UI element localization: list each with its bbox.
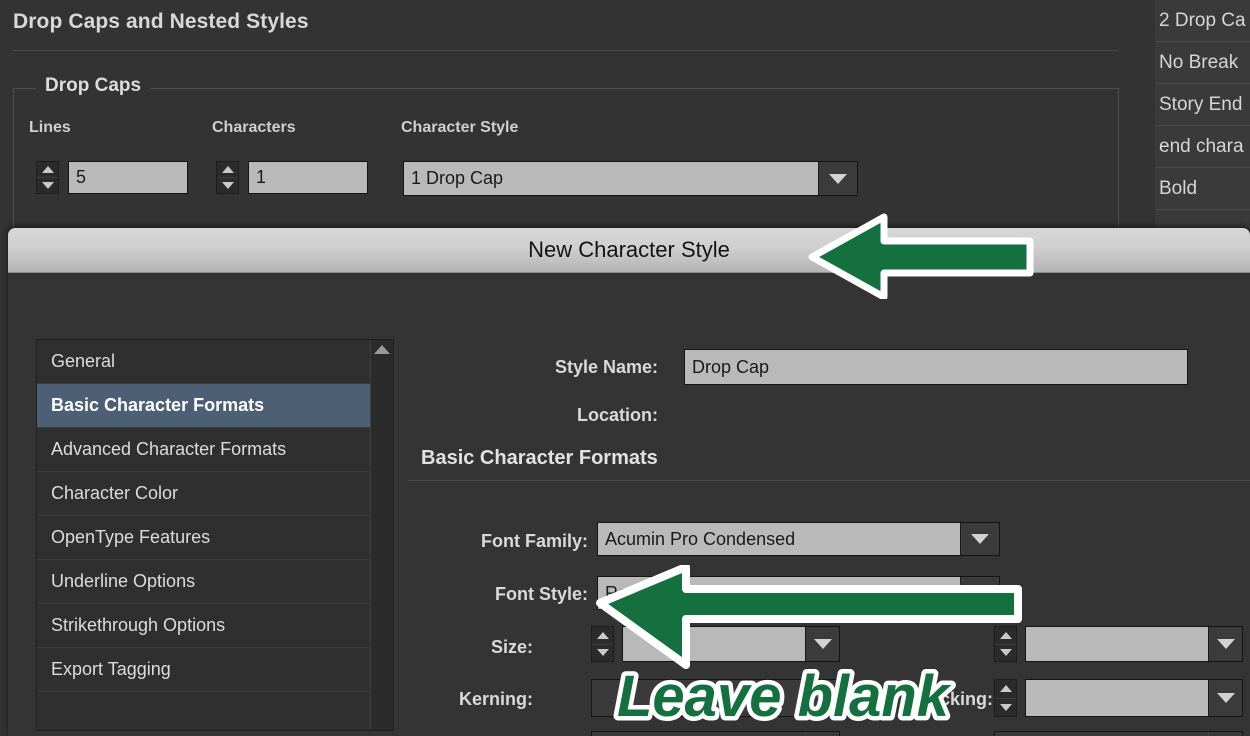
lines-stepper[interactable] (36, 161, 59, 194)
font-family-label: Font Family: (481, 531, 588, 551)
sidebar-item-strikethrough-options[interactable]: Strikethrough Options (37, 604, 370, 648)
chevron-down-icon (1216, 639, 1235, 649)
characters-stepper-up[interactable] (217, 162, 238, 178)
style-name-label: Style Name: (554, 357, 658, 377)
triangle-down-icon (221, 182, 234, 189)
size-label: Size: (490, 637, 533, 657)
characters-label: Characters (212, 119, 296, 136)
font-family-combobox-arrow[interactable] (961, 523, 999, 555)
style-name-input[interactable]: Drop Cap (684, 349, 1188, 385)
kerning-label: Kerning: (459, 689, 533, 709)
sidebar-item-underline-options[interactable]: Underline Options (37, 560, 370, 604)
drop-caps-legend: Drop Caps (36, 75, 151, 97)
sidebar-item-opentype-features[interactable]: OpenType Features (37, 516, 370, 560)
lines-stepper-up[interactable] (37, 162, 58, 178)
sidebar-item-general[interactable]: General (37, 340, 370, 384)
font-style-label: Font Style: (495, 584, 588, 604)
sidebar-item-basic-character-formats[interactable]: Basic Character Formats (37, 384, 370, 428)
section-divider (408, 480, 1250, 481)
sidebar-item-character-color[interactable]: Character Color (37, 472, 370, 516)
section-header-basic-character-formats: Basic Character Formats (421, 447, 658, 469)
leading-combobox-value[interactable] (1026, 627, 1209, 661)
list-item[interactable]: Story End (1155, 84, 1250, 126)
list-item[interactable]: end chara (1155, 126, 1250, 168)
dialog-titlebar[interactable]: New Character Style (8, 228, 1250, 273)
drop-caps-nested-styles-panel: Drop Caps and Nested Styles Drop Caps Li… (0, 0, 1250, 240)
character-styles-flyout-list[interactable]: 2 Drop Ca No Break Story End end chara B… (1155, 0, 1250, 232)
triangle-down-icon (41, 182, 54, 189)
triangle-up-icon (41, 166, 54, 173)
sidebar-item-advanced-character-formats[interactable]: Advanced Character Formats (37, 428, 370, 472)
characters-stepper[interactable] (216, 161, 239, 194)
character-style-combobox[interactable]: 1 Drop Cap (403, 161, 858, 196)
list-item[interactable]: 2 Drop Ca (1155, 0, 1250, 42)
panel-title-divider (13, 50, 1118, 51)
characters-stepper-down[interactable] (217, 178, 238, 193)
annotation-arrow-size (594, 563, 1024, 670)
lines-label: Lines (29, 119, 71, 136)
triangle-up-icon (221, 166, 234, 173)
list-item[interactable]: No Break (1155, 42, 1250, 84)
leading-combobox-arrow[interactable] (1209, 627, 1242, 661)
lines-input[interactable]: 5 (68, 161, 188, 194)
screen-root: Drop Caps and Nested Styles Drop Caps Li… (0, 0, 1250, 736)
location-label: Location: (577, 405, 658, 425)
leading-combobox[interactable] (1025, 626, 1243, 662)
sidebar-item-export-tagging[interactable]: Export Tagging (37, 648, 370, 692)
character-style-label: Character Style (401, 119, 519, 136)
character-style-combobox-arrow[interactable] (819, 162, 857, 195)
dialog-category-list-items: General Basic Character Formats Advanced… (37, 340, 370, 730)
annotation-arrow-title (806, 209, 1036, 301)
font-family-combobox-value: Acumin Pro Condensed (598, 523, 961, 555)
chevron-down-icon (829, 173, 847, 184)
character-style-combobox-value: 1 Drop Cap (404, 162, 819, 195)
annotation-leave-blank: Leave blank (613, 660, 1250, 736)
scroll-up-arrow-icon[interactable] (374, 345, 390, 354)
panel-title: Drop Caps and Nested Styles (13, 10, 309, 33)
lines-stepper-down[interactable] (37, 178, 58, 193)
chevron-down-icon (971, 534, 989, 544)
dialog-title: New Character Style (528, 237, 730, 262)
svg-text:Leave blank: Leave blank (617, 664, 952, 729)
list-item[interactable]: Bold (1155, 168, 1250, 210)
font-family-combobox[interactable]: Acumin Pro Condensed (597, 522, 1000, 556)
characters-input[interactable]: 1 (248, 161, 368, 194)
